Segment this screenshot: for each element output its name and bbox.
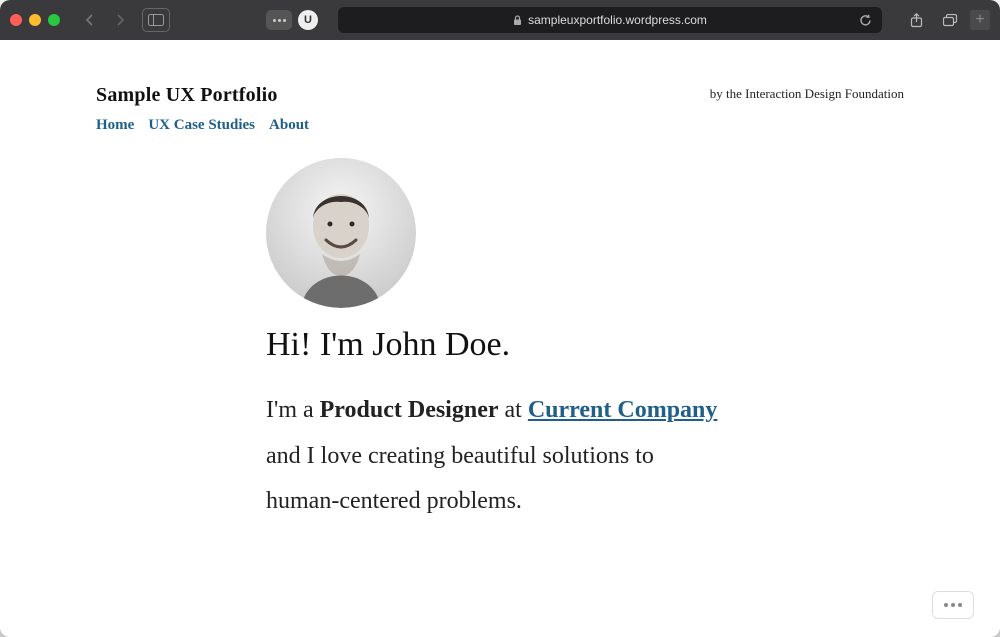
nav-home[interactable]: Home [96, 117, 134, 134]
address-left-actions: U [266, 10, 318, 30]
new-tab-button[interactable]: + [970, 10, 990, 30]
site-byline: by the Interaction Design Foundation [710, 86, 904, 102]
address-right-actions: + [902, 8, 990, 32]
back-button[interactable] [76, 8, 104, 32]
lock-icon [513, 15, 522, 26]
intro-line-2: and I love creating beautiful solutions … [266, 443, 654, 469]
reload-button[interactable] [859, 14, 872, 27]
floating-actions-button[interactable] [932, 591, 974, 619]
browser-window: U sampleuxportfolio.wordpress.com + Samp… [0, 0, 1000, 637]
intro-company-link[interactable]: Current Company [528, 397, 718, 423]
nav-about[interactable]: About [269, 117, 309, 134]
hero-intro: I'm a Product Designer at Current Compan… [266, 388, 826, 525]
hero-greeting: Hi! I'm John Doe. [266, 326, 826, 364]
extension-badge[interactable]: U [298, 10, 318, 30]
forward-button[interactable] [106, 8, 134, 32]
browser-chrome: U sampleuxportfolio.wordpress.com + [0, 0, 1000, 40]
site-header: Sample UX Portfolio Home UX Case Studies… [96, 84, 904, 134]
primary-nav: Home UX Case Studies About [96, 117, 309, 134]
intro-at: at [499, 397, 528, 423]
address-bar[interactable]: sampleuxportfolio.wordpress.com [338, 7, 882, 33]
site-title[interactable]: Sample UX Portfolio [96, 84, 309, 107]
nav-back-forward [76, 8, 134, 32]
window-controls [10, 14, 60, 26]
maximize-window-button[interactable] [48, 14, 60, 26]
tabs-button[interactable] [936, 8, 964, 32]
site-settings-button[interactable] [266, 10, 292, 30]
address-url: sampleuxportfolio.wordpress.com [528, 13, 707, 27]
intro-prefix: I'm a [266, 397, 320, 423]
avatar [266, 158, 416, 308]
nav-case-studies[interactable]: UX Case Studies [148, 117, 255, 134]
share-button[interactable] [902, 8, 930, 32]
close-window-button[interactable] [10, 14, 22, 26]
intro-line-3: human-centered problems. [266, 488, 522, 514]
minimize-window-button[interactable] [29, 14, 41, 26]
intro-role: Product Designer [320, 397, 499, 423]
site-title-block: Sample UX Portfolio Home UX Case Studies… [96, 84, 309, 134]
page-content: Sample UX Portfolio Home UX Case Studies… [0, 40, 1000, 637]
hero: Hi! I'm John Doe. I'm a Product Designer… [266, 158, 826, 525]
sidebar-toggle-button[interactable] [142, 8, 170, 32]
